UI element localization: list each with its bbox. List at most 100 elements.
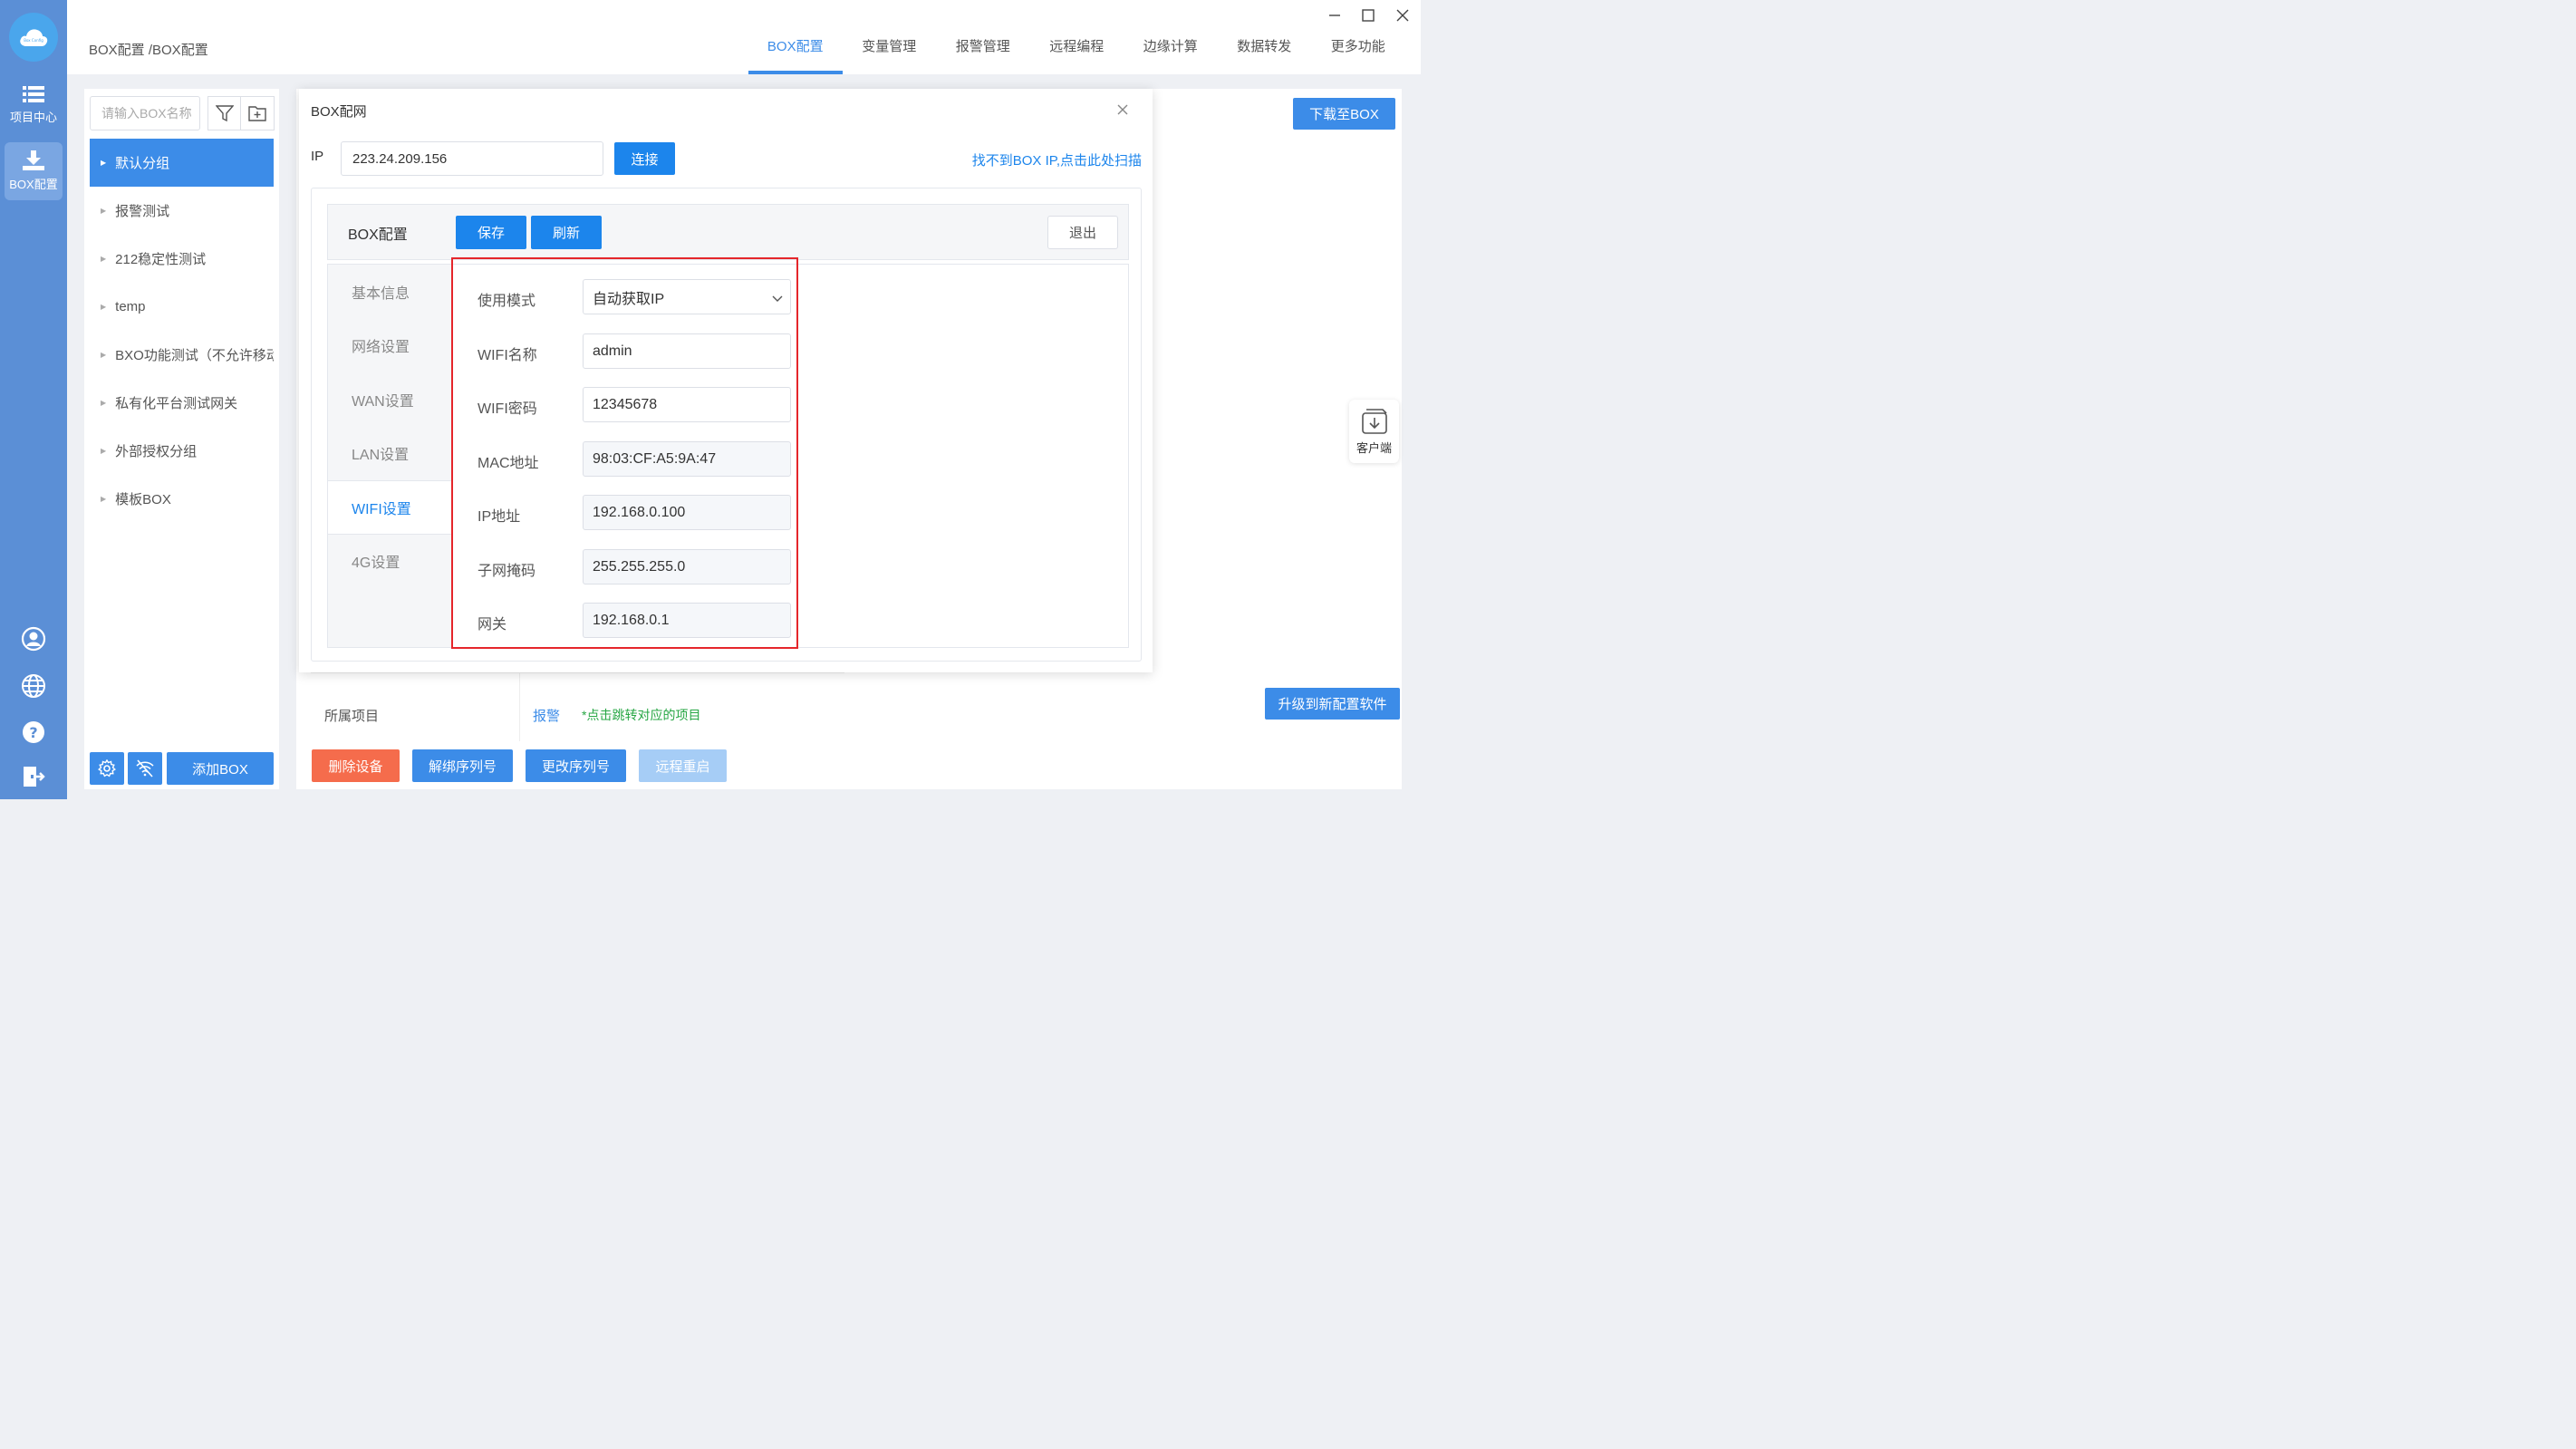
group-item[interactable]: ▶ 212稳定性测试 <box>90 235 274 283</box>
unbind-serial-button[interactable]: 解绑序列号 <box>412 749 513 782</box>
wifi-off-button[interactable] <box>128 752 162 785</box>
config-body: 基本信息 网络设置 WAN设置 LAN设置 WIFI设置 4G设置 使用模式 自… <box>327 264 1129 648</box>
project-link[interactable]: 报警 <box>533 706 560 725</box>
group-item[interactable]: ▶ temp <box>90 283 274 331</box>
maximize-icon[interactable] <box>1358 5 1378 25</box>
form-row-subnet: 子网掩码 255.255.255.0 <box>478 549 791 585</box>
form-row-ip: IP地址 192.168.0.100 <box>478 495 791 531</box>
tab-edge-computing[interactable]: 边缘计算 <box>1124 0 1218 74</box>
group-label: BXO功能测试（不允许移动 <box>115 348 274 363</box>
tab-alarm-management[interactable]: 报警管理 <box>936 0 1030 74</box>
box-group-panel: 请输入BOX名称 ▶ 默认分组 ▶ 报警测试 ▶ 212稳定性测试 ▶ temp ▶ BX… <box>84 89 279 789</box>
rail-item-box-config[interactable]: BOX配置 <box>5 142 63 200</box>
project-label: 所属项目 <box>324 709 380 724</box>
nav-lan-settings[interactable]: LAN设置 <box>328 426 452 480</box>
exit-button[interactable]: 退出 <box>1047 216 1118 249</box>
ip-address-input[interactable]: 192.168.0.100 <box>583 495 791 530</box>
config-container: BOX配置 保存 刷新 退出 基本信息 网络设置 WAN设置 LAN设置 WIF… <box>311 188 1142 662</box>
wifi-off-icon <box>136 759 154 778</box>
nav-wan-settings[interactable]: WAN设置 <box>328 372 452 427</box>
mode-select[interactable]: 自动获取IP <box>583 279 791 314</box>
minimize-icon[interactable] <box>1325 5 1345 25</box>
group-item[interactable]: ▶ 报警测试 <box>90 187 274 235</box>
box-network-dialog: BOX配网 IP 223.24.209.156 连接 找不到BOX IP,点击此… <box>299 89 1153 672</box>
caret-right-icon: ▶ <box>101 399 107 407</box>
change-serial-button[interactable]: 更改序列号 <box>526 749 626 782</box>
gear-icon <box>98 759 116 778</box>
caret-right-icon: ▶ <box>101 207 107 215</box>
folder-plus-icon <box>248 106 266 121</box>
list-icon <box>23 86 44 102</box>
app-logo: Box Config <box>9 13 58 62</box>
tab-data-forwarding[interactable]: 数据转发 <box>1218 0 1312 74</box>
gateway-label: 网关 <box>478 617 507 633</box>
rail-label: 项目中心 <box>9 111 57 124</box>
caret-right-icon: ▶ <box>101 447 107 455</box>
tab-variable-management[interactable]: 变量管理 <box>843 0 937 74</box>
box-search-input[interactable]: 请输入BOX名称 <box>90 96 200 130</box>
settings-button[interactable] <box>90 752 124 785</box>
client-download-icon <box>1361 408 1387 434</box>
group-label: 212稳定性测试 <box>115 252 207 267</box>
nav-wifi-settings[interactable]: WIFI设置 <box>328 480 452 535</box>
wifi-name-label: WIFI名称 <box>478 348 537 363</box>
form-row-mac: MAC地址 98:03:CF:A5:9A:47 <box>478 441 791 478</box>
left-rail: Box Config 项目中心 BOX配置 ? <box>0 0 67 799</box>
nav-4g-settings[interactable]: 4G设置 <box>328 534 452 588</box>
svg-text:?: ? <box>29 724 37 741</box>
group-item[interactable]: ▶ 默认分组 <box>90 139 274 187</box>
rail-item-project-center[interactable]: 项目中心 <box>5 76 63 134</box>
group-item[interactable]: ▶ 私有化平台测试网关 <box>90 379 274 427</box>
client-button[interactable]: 客户端 <box>1349 400 1399 463</box>
config-side-nav: 基本信息 网络设置 WAN设置 LAN设置 WIFI设置 4G设置 <box>328 265 452 647</box>
refresh-button[interactable]: 刷新 <box>531 216 602 249</box>
wifi-password-input[interactable]: 12345678 <box>583 387 791 422</box>
group-item[interactable]: ▶ 外部授权分组 <box>90 427 274 475</box>
group-label: 报警测试 <box>115 204 170 219</box>
wifi-name-input[interactable]: admin <box>583 333 791 369</box>
divider <box>519 673 520 741</box>
mac-input[interactable]: 98:03:CF:A5:9A:47 <box>583 441 791 477</box>
filter-button[interactable] <box>207 96 242 130</box>
caret-right-icon: ▶ <box>101 351 107 359</box>
svg-text:Box Config: Box Config <box>24 38 43 43</box>
client-label: 客户端 <box>1356 440 1392 455</box>
group-item[interactable]: ▶ BXO功能测试（不允许移动 <box>90 331 274 379</box>
download-icon <box>23 150 44 170</box>
nav-basic-info[interactable]: 基本信息 <box>328 265 452 319</box>
globe-icon[interactable] <box>20 672 47 700</box>
add-box-button[interactable]: 添加BOX <box>167 752 274 785</box>
tab-box-config[interactable]: BOX配置 <box>748 0 843 74</box>
ip-address-label: IP地址 <box>478 509 521 525</box>
rail-label: BOX配置 <box>9 178 58 191</box>
close-icon[interactable] <box>1116 101 1129 121</box>
connect-button[interactable]: 连接 <box>614 142 675 175</box>
upgrade-software-button[interactable]: 升级到新配置软件 <box>1265 688 1400 720</box>
close-window-icon[interactable] <box>1393 5 1413 25</box>
main-tabs: BOX配置 变量管理 报警管理 远程编程 边缘计算 数据转发 更多功能 <box>748 0 1405 74</box>
save-button[interactable]: 保存 <box>456 216 526 249</box>
group-item[interactable]: ▶ 模板BOX <box>90 475 274 523</box>
dialog-title: BOX配网 <box>311 104 367 120</box>
gateway-input[interactable]: 192.168.0.1 <box>583 603 791 638</box>
subnet-mask-input[interactable]: 255.255.255.0 <box>583 549 791 584</box>
help-icon[interactable]: ? <box>20 719 47 746</box>
tab-remote-programming[interactable]: 远程编程 <box>1030 0 1124 74</box>
logout-icon[interactable] <box>20 763 47 790</box>
caret-right-icon: ▶ <box>101 495 107 503</box>
ip-input[interactable]: 223.24.209.156 <box>341 141 603 176</box>
remote-reboot-button[interactable]: 远程重启 <box>639 749 727 782</box>
delete-device-button[interactable]: 删除设备 <box>312 749 400 782</box>
group-label: temp <box>115 299 146 314</box>
download-to-box-button[interactable]: 下载至BOX <box>1293 98 1395 130</box>
caret-right-icon: ▶ <box>101 303 107 311</box>
caret-right-icon: ▶ <box>101 159 107 167</box>
scan-link[interactable]: 找不到BOX IP,点击此处扫描 <box>972 150 1142 169</box>
group-label: 模板BOX <box>115 492 171 507</box>
group-label: 外部授权分组 <box>115 444 198 459</box>
nav-network-settings[interactable]: 网络设置 <box>328 318 452 372</box>
group-label: 默认分组 <box>115 156 170 171</box>
user-icon[interactable] <box>20 625 47 652</box>
config-header: BOX配置 保存 刷新 退出 <box>327 204 1129 260</box>
add-folder-button[interactable] <box>240 96 275 130</box>
